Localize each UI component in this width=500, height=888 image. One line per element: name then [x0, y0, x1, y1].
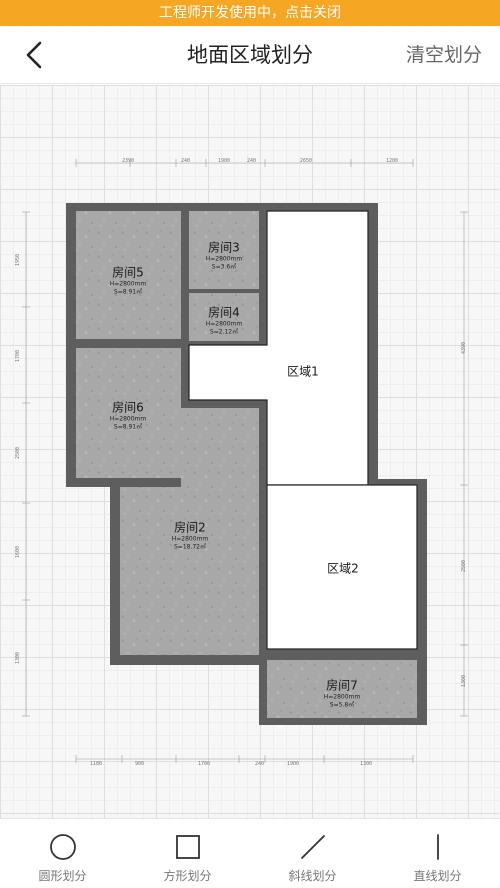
room-area: S=8.91㎡ [113, 423, 143, 431]
dim-top-4: 240 [247, 158, 257, 164]
dim-top-3: 1900 [218, 158, 231, 164]
room-label-room7[interactable]: 房间7 H=2800mm S=5.8㎡ [324, 677, 361, 710]
circle-division-button[interactable]: 圆形划分 [0, 819, 125, 888]
app-screen: 工程师开发使用中，点击关闭 地面区域划分 清空划分 2390 240 1900 … [0, 0, 500, 888]
diagonal-line-icon [300, 835, 325, 859]
room-area: S=5.8㎡ [329, 701, 355, 709]
dim-bottom-6: 1300 [360, 761, 373, 767]
tool-label: 斜线划分 [288, 869, 337, 883]
tool-label: 圆形划分 [38, 869, 87, 883]
region-label-region1[interactable]: 区域1 [287, 363, 319, 380]
dim-bottom-3: 1700 [198, 761, 211, 767]
straight-division-button[interactable]: 直线划分 [375, 819, 500, 888]
room-height: H=2800mm [205, 255, 243, 263]
room-height: H=2800mm [323, 693, 361, 701]
floor-plan-canvas[interactable]: 2390 240 1900 240 2650 1200 1180 900 170… [0, 85, 500, 818]
tool-label: 直线划分 [413, 869, 462, 883]
room-label-room3[interactable]: 房间3 H=2800mm S=3.6㎡ [206, 239, 243, 272]
dim-right-1: 4390 [461, 341, 468, 355]
room-label-room2[interactable]: 房间2 H=2800mm S=18.72㎡ [172, 519, 209, 552]
room-label-room4[interactable]: 房间4 H=2800mm S=2.12㎡ [206, 304, 243, 337]
dim-bottom-4: 240 [255, 761, 265, 767]
room-name: 房间6 [112, 400, 144, 415]
dim-right-2: 2500 [461, 559, 468, 573]
dim-left-1: 1950 [15, 253, 22, 267]
diagonal-division-button[interactable]: 斜线划分 [250, 819, 375, 888]
dim-left-3: 2500 [15, 446, 22, 460]
square-icon [175, 835, 200, 859]
room-name: 房间7 [326, 678, 358, 693]
floor-plan-drawing [22, 159, 468, 763]
dim-bottom-5: 1900 [287, 761, 300, 767]
room-name: 房间3 [208, 240, 240, 255]
room-area: S=18.72㎡ [173, 543, 206, 551]
dim-top-2: 240 [181, 158, 191, 164]
tool-label: 方形划分 [163, 869, 212, 883]
dim-left-5: 1300 [15, 651, 22, 665]
dim-top-5: 2650 [300, 158, 313, 164]
vertical-line-icon [436, 834, 439, 860]
dim-right-3: 1300 [461, 674, 468, 688]
room-area: S=2.12㎡ [209, 328, 239, 336]
room-area: S=8.91㎡ [113, 288, 143, 296]
dev-mode-banner[interactable]: 工程师开发使用中，点击关闭 [0, 0, 500, 26]
header-bar: 地面区域划分 清空划分 [0, 26, 500, 84]
room-label-room5[interactable]: 房间5 H=2800mm S=8.91㎡ [110, 264, 147, 297]
room-height: H=2800mm [205, 320, 243, 328]
room-area: S=3.6㎡ [211, 263, 237, 271]
room-height: H=2800mm [109, 280, 147, 288]
dev-mode-banner-text: 工程师开发使用中，点击关闭 [159, 5, 341, 21]
dim-left-2: 1700 [15, 349, 22, 363]
room-height: H=2800mm [171, 535, 209, 543]
room-height: H=2800mm [109, 415, 147, 423]
division-toolbar: 圆形划分 方形划分 斜线划分 直线划分 [0, 818, 500, 888]
dim-bottom-2: 900 [135, 761, 145, 767]
dim-top-1: 2390 [122, 158, 135, 164]
dim-top-6: 1200 [386, 158, 399, 164]
region-label-region2[interactable]: 区域2 [327, 560, 359, 577]
room-name: 房间5 [112, 265, 144, 280]
dim-bottom-1: 1180 [90, 761, 103, 767]
room-label-room6[interactable]: 房间6 H=2800mm S=8.91㎡ [110, 399, 147, 432]
room-name: 房间2 [174, 520, 206, 535]
dim-left-4: 1600 [15, 545, 22, 559]
square-division-button[interactable]: 方形划分 [125, 819, 250, 888]
room-name: 房间4 [208, 305, 240, 320]
circle-icon [49, 834, 76, 860]
clear-division-button[interactable]: 清空划分 [406, 26, 482, 84]
